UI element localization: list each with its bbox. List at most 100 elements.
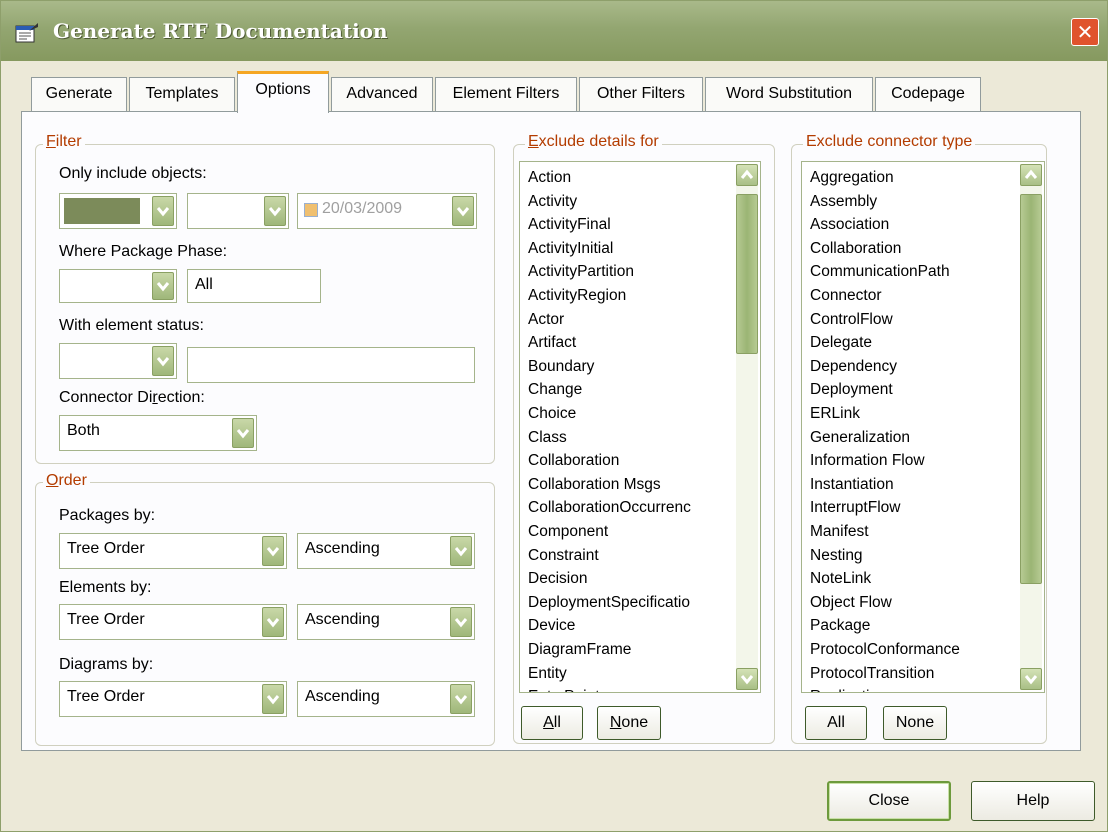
element-status-input[interactable] xyxy=(187,347,475,383)
tab-other-filters[interactable]: Other Filters xyxy=(579,77,703,111)
scrollbar[interactable] xyxy=(1020,164,1042,690)
list-item[interactable]: Association xyxy=(810,213,889,237)
list-item[interactable]: Artifact xyxy=(528,331,576,355)
list-item[interactable]: InterruptFlow xyxy=(810,496,900,520)
list-item[interactable]: Component xyxy=(528,520,608,544)
help-button[interactable]: Help xyxy=(971,781,1095,821)
list-item[interactable]: Realization xyxy=(810,685,887,692)
only-include-select-2[interactable] xyxy=(187,193,289,229)
list-item[interactable]: Entity xyxy=(528,662,567,686)
list-item[interactable]: Boundary xyxy=(528,355,594,379)
list-item[interactable]: Manifest xyxy=(810,520,869,544)
list-item[interactable]: ActivityInitial xyxy=(528,237,613,261)
diagrams-direction-select[interactable]: Ascending xyxy=(297,681,475,717)
elements-direction-select[interactable]: Ascending xyxy=(297,604,475,640)
scrollbar[interactable] xyxy=(736,164,758,690)
list-item[interactable]: Collaboration xyxy=(810,237,901,261)
list-item[interactable]: Connector xyxy=(810,284,882,308)
list-item[interactable]: Action xyxy=(528,166,571,190)
list-item[interactable]: Activity xyxy=(528,190,577,214)
exclude-connector-list[interactable]: Aggregation Assembly Association Collaborat… xyxy=(801,161,1045,693)
exclude-details-none-button[interactable]: None xyxy=(597,706,661,740)
list-item[interactable]: DeploymentSpecificatio xyxy=(528,591,690,615)
list-item[interactable]: Collaboration Msgs xyxy=(528,473,661,497)
packages-order-select[interactable]: Tree Order xyxy=(59,533,287,569)
list-item[interactable]: Actor xyxy=(528,308,564,332)
chevron-down-icon[interactable] xyxy=(152,346,174,376)
scroll-down-icon[interactable] xyxy=(736,668,758,690)
list-item[interactable]: ProtocolTransition xyxy=(810,662,934,686)
tab-options[interactable]: Options xyxy=(237,71,329,113)
list-item[interactable]: Deployment xyxy=(810,378,893,402)
list-item[interactable]: Instantiation xyxy=(810,473,894,497)
tab-templates[interactable]: Templates xyxy=(129,77,235,111)
list-item[interactable]: Information Flow xyxy=(810,449,925,473)
chevron-down-icon[interactable] xyxy=(262,536,284,566)
packages-direction-select[interactable]: Ascending xyxy=(297,533,475,569)
tab-word-substitution[interactable]: Word Substitution xyxy=(705,77,873,111)
scroll-thumb[interactable] xyxy=(1020,194,1042,584)
tab-codepage[interactable]: Codepage xyxy=(875,77,981,111)
exclude-details-list[interactable]: Action Activity ActivityFinal ActivityIniti… xyxy=(519,161,761,693)
list-item[interactable]: EntryPoint xyxy=(528,685,600,692)
chevron-down-icon[interactable] xyxy=(152,272,174,300)
list-item[interactable]: Assembly xyxy=(810,190,877,214)
scroll-up-icon[interactable] xyxy=(736,164,758,186)
list-item[interactable]: Device xyxy=(528,614,575,638)
chevron-down-icon[interactable] xyxy=(262,607,284,637)
scroll-down-icon[interactable] xyxy=(1020,668,1042,690)
list-item[interactable]: Constraint xyxy=(528,544,599,568)
list-item[interactable]: Choice xyxy=(528,402,576,426)
list-item[interactable]: DiagramFrame xyxy=(528,638,631,662)
package-phase-input[interactable]: All xyxy=(187,269,321,303)
chevron-down-icon[interactable] xyxy=(450,536,472,566)
list-item[interactable]: Change xyxy=(528,378,582,402)
list-item[interactable]: Class xyxy=(528,426,567,450)
list-item[interactable]: Package xyxy=(810,614,870,638)
scroll-up-icon[interactable] xyxy=(1020,164,1042,186)
chevron-down-icon[interactable] xyxy=(152,196,174,226)
list-item[interactable]: ProtocolConformance xyxy=(810,638,960,662)
list-item[interactable]: Delegate xyxy=(810,331,872,355)
list-item[interactable]: Collaboration xyxy=(528,449,619,473)
list-item[interactable]: ControlFlow xyxy=(810,308,893,332)
list-item[interactable]: CollaborationOccurrenc xyxy=(528,496,691,520)
only-include-select-1[interactable] xyxy=(59,193,177,229)
chevron-down-icon[interactable] xyxy=(232,418,254,448)
list-item[interactable]: Decision xyxy=(528,567,587,591)
diagrams-direction-value: Ascending xyxy=(305,688,380,705)
close-button[interactable]: Close xyxy=(827,781,951,821)
list-item[interactable]: NoteLink xyxy=(810,567,871,591)
list-item[interactable]: Dependency xyxy=(810,355,897,379)
title-bar[interactable]: Generate RTF Documentation ✕ xyxy=(1,1,1107,61)
diagrams-order-select[interactable]: Tree Order xyxy=(59,681,287,717)
exclude-connector-none-button[interactable]: None xyxy=(883,706,947,740)
package-phase-operator-select[interactable] xyxy=(59,269,177,303)
chevron-down-icon[interactable] xyxy=(450,607,472,637)
close-window-button[interactable]: ✕ xyxy=(1071,18,1099,46)
list-item[interactable]: Object Flow xyxy=(810,591,892,615)
tab-advanced[interactable]: Advanced xyxy=(331,77,433,111)
list-item[interactable]: CommunicationPath xyxy=(810,260,950,284)
list-item[interactable]: Generalization xyxy=(810,426,910,450)
list-item[interactable]: Nesting xyxy=(810,544,863,568)
chevron-down-icon[interactable] xyxy=(452,196,474,226)
list-item[interactable]: ActivityPartition xyxy=(528,260,634,284)
chevron-down-icon[interactable] xyxy=(264,196,286,226)
list-item[interactable]: Aggregation xyxy=(810,166,894,190)
exclude-details-all-button[interactable]: All xyxy=(521,706,583,740)
elements-order-select[interactable]: Tree Order xyxy=(59,604,287,640)
connector-direction-select[interactable]: Both xyxy=(59,415,257,451)
chevron-down-icon[interactable] xyxy=(450,684,472,714)
chevron-down-icon[interactable] xyxy=(262,684,284,714)
scroll-thumb[interactable] xyxy=(736,194,758,354)
list-item[interactable]: ActivityRegion xyxy=(528,284,626,308)
list-item[interactable]: ActivityFinal xyxy=(528,213,611,237)
date-picker[interactable]: 20/03/2009 xyxy=(297,193,477,229)
checkbox-icon[interactable] xyxy=(304,203,318,217)
element-status-operator-select[interactable] xyxy=(59,343,177,379)
tab-element-filters[interactable]: Element Filters xyxy=(435,77,577,111)
list-item[interactable]: ERLink xyxy=(810,402,860,426)
tab-generate[interactable]: Generate xyxy=(31,77,127,111)
exclude-connector-all-button[interactable]: All xyxy=(805,706,867,740)
